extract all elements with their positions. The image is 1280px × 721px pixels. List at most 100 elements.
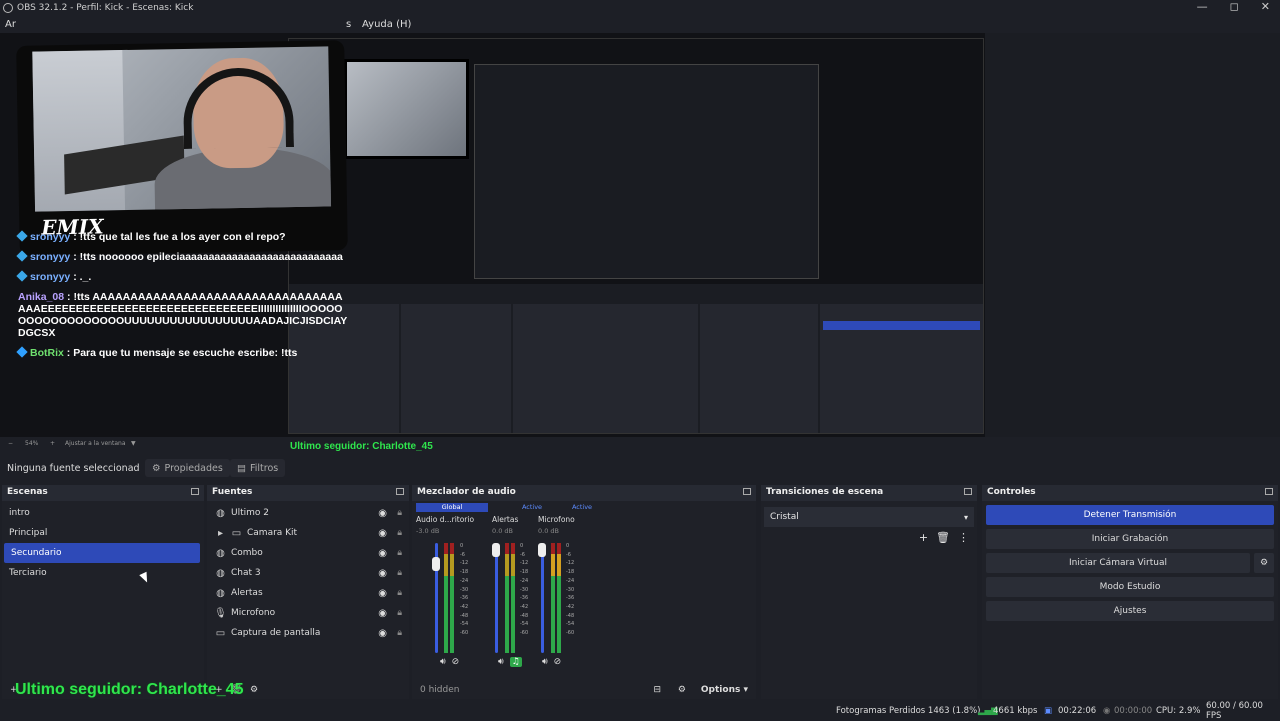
visibility-eye-icon[interactable]: ◉ [378,508,387,519]
lock-icon[interactable]: 🔒︎ [397,628,402,638]
options-menu[interactable]: Options ▾ [701,685,748,695]
lock-icon[interactable]: 🔒︎ [397,568,402,578]
virtual-camera-settings-button[interactable]: ⚙ [1254,553,1274,573]
virtual-camera-button[interactable]: Iniciar Cámara Virtual [986,553,1250,573]
headphones-icon[interactable]: ♫ [509,657,522,667]
volume-slider-knob[interactable] [538,543,546,557]
source-settings-button[interactable]: ⚙ [250,685,258,695]
zoom-level: 54% [25,440,39,447]
maximize-button[interactable]: ◻ [1230,0,1239,13]
follower-overlay-label: Ultimo seguidor: Charlotte_45 [15,681,244,698]
source-item-camara-kit[interactable]: ▸ ▭ Camara Kit ◉ 🔒︎ [207,523,409,543]
speaker-icon[interactable]: 🔊︎ [542,657,548,667]
tab-active-2[interactable]: Active [562,503,602,512]
visibility-eye-icon[interactable]: ◉ [378,608,387,619]
undock-icon[interactable] [743,488,751,495]
visibility-eye-icon[interactable]: ◉ [378,588,387,599]
volume-slider-knob[interactable] [492,543,500,557]
scene-item-principal[interactable]: Principal [2,523,204,543]
zoom-in-button[interactable]: + [50,440,55,447]
undock-icon[interactable] [964,488,972,495]
globe-icon: ◍ [216,547,225,559]
studio-mode-button[interactable]: Modo Estudio [986,577,1274,597]
monitor-off-icon[interactable]: ⊘ [554,657,562,667]
lock-icon[interactable]: 🔒︎ [397,588,402,598]
more-options-icon[interactable]: ⋮ [958,531,969,544]
undock-icon[interactable] [1265,488,1273,495]
nested-sources-dock [401,304,511,433]
visibility-eye-icon[interactable]: ◉ [378,528,387,539]
tab-global[interactable]: Global [416,503,488,512]
speaker-icon[interactable]: 🔊︎ [440,657,446,667]
preview-area[interactable]: EMIX sronyyy : !tts que tal les fue a lo… [0,33,1280,452]
db-scale: 0 -6 -12 -18 -24 -30 -36 -42 -48 -54 -60 [460,543,469,637]
undock-icon[interactable] [396,488,404,495]
no-source-label: Ninguna fuente seleccionad [7,462,140,474]
scene-item-secundario[interactable]: Secundario [4,543,200,563]
volume-slider[interactable] [538,543,546,653]
scene-item-intro[interactable]: intro [2,503,204,523]
tab-active-1[interactable]: Active [512,503,552,512]
remove-transition-button[interactable]: 🗑︎ [936,531,950,544]
undock-icon[interactable] [191,488,199,495]
source-item-microfono[interactable]: 🎙︎ Microfono ◉ 🔒︎ [207,603,409,623]
lock-icon[interactable]: 🔒︎ [397,548,402,558]
menu-bar: Ar s Ayuda (H) [0,15,1280,33]
source-item-combo[interactable]: ◍ Combo ◉ 🔒︎ [207,543,409,563]
visibility-eye-icon[interactable]: ◉ [378,628,387,639]
volume-slider-knob[interactable] [432,557,440,571]
zoom-out-button[interactable]: − [8,440,13,447]
expand-arrow-icon[interactable]: ▸ [215,528,226,539]
settings-button[interactable]: Ajustes [986,601,1274,621]
monitor-off-icon[interactable]: ⊘ [452,657,460,667]
visibility-eye-icon[interactable]: ◉ [378,568,387,579]
transition-buttons: + 🗑︎ ⋮ [919,531,969,544]
level-meter [505,543,509,653]
mixer-settings-icon[interactable]: ⚙ [678,685,686,695]
speaker-icon[interactable]: 🔊︎ [498,657,504,667]
transitions-header: Transiciones de escena [761,485,977,501]
filters-button[interactable]: ▤ Filtros [230,459,286,477]
nested-transitions-dock [700,304,818,433]
title-bar: OBS 32.1.2 - Perfil: Kick - Escenas: Kic… [0,0,1280,15]
lock-icon[interactable]: 🔒︎ [397,508,402,518]
minimize-button[interactable]: — [1197,0,1208,13]
menu-item-archivo[interactable]: Ar [5,19,16,30]
menu-item-partial[interactable]: s [346,19,351,30]
scene-item-terciario[interactable]: Terciario [2,563,204,583]
menu-item-ayuda[interactable]: Ayuda (H) [362,19,411,30]
mixer-layout-icon[interactable]: ⊟ [653,685,661,695]
volume-slider[interactable] [492,543,500,653]
start-recording-button[interactable]: Iniciar Grabación [986,529,1274,549]
visibility-eye-icon[interactable]: ◉ [378,548,387,559]
source-item-ultimo-2[interactable]: ◍ Ultimo 2 ◉ 🔒︎ [207,503,409,523]
stop-stream-button[interactable]: Detener Transmisión [986,505,1274,525]
level-meter [450,543,454,653]
nested-docks [289,304,983,433]
close-button[interactable]: ✕ [1261,0,1270,13]
lock-icon[interactable]: 🔒︎ [397,608,402,618]
controls-dock: Controles Detener Transmisión Iniciar Gr… [982,485,1278,699]
volume-slider[interactable] [432,543,440,653]
stream-canvas[interactable]: EMIX sronyyy : !tts que tal les fue a lo… [0,33,985,452]
mixer-header: Mezclador de audio [412,485,756,501]
source-item-captura-de-pantalla[interactable]: ▭ Captura de pantalla ◉ 🔒︎ [207,623,409,643]
properties-button[interactable]: ⚙ Propiedades [145,459,230,477]
fit-window-select[interactable]: Ajustar a la ventana [65,440,126,447]
chevron-down-icon[interactable]: ▼ [131,440,136,447]
add-transition-button[interactable]: + [919,531,928,544]
fps: 60.00 / 60.00 FPS [1206,701,1263,721]
source-toolbar: Ninguna fuente seleccionad ⚙ Propiedades… [0,457,1280,479]
record-icon: ◉ [1103,706,1111,716]
webcam-video [32,46,332,212]
source-item-chat-3[interactable]: ◍ Chat 3 ◉ 🔒︎ [207,563,409,583]
nested-mixer-dock [513,304,698,433]
sources-header: Fuentes [207,485,409,501]
chat-message: BotRix : Para que tu mensaje se escuche … [16,346,348,359]
chevron-down-icon: ▾ [963,512,968,522]
source-item-alertas[interactable]: ◍ Alertas ◉ 🔒︎ [207,583,409,603]
lock-icon[interactable]: 🔒︎ [397,528,402,538]
transition-select[interactable]: Cristal ▾ [764,507,974,527]
level-meter [551,543,555,653]
mixer-channel-desktop: Audio d...ritorio -3.0 dB 0 -6 -12 -18 -24 -3… [416,515,488,667]
